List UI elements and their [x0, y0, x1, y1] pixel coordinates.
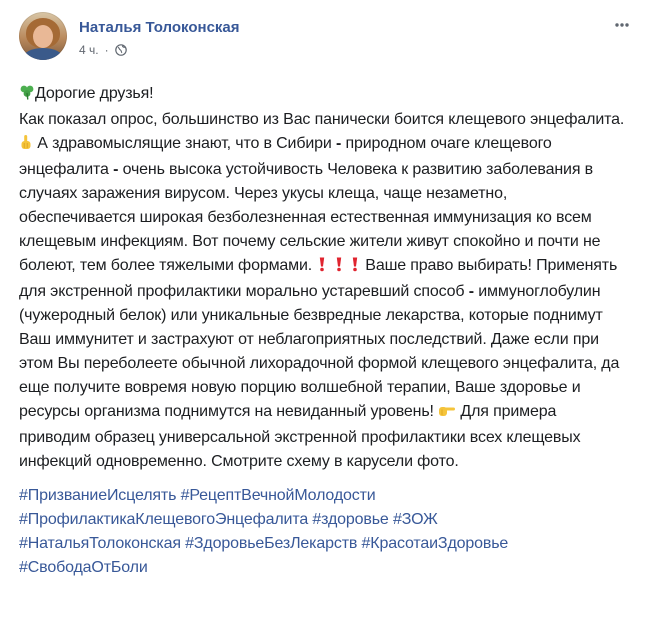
hashtag-link[interactable]: #ПризваниеИсцелять	[19, 487, 176, 504]
author-name[interactable]: Наталья Толоконская	[79, 18, 240, 38]
post-header: Наталья Толоконская 4 ч. ·	[19, 12, 632, 68]
hashtag-link[interactable]: #СвободаОтБоли	[19, 559, 148, 576]
body-text: Как показал опрос, большинство из Вас па…	[19, 111, 625, 128]
hashtag-line: #ПрофилактикаКлещевогоЭнцефалита #здоров…	[19, 508, 625, 532]
meta-separator: ·	[104, 43, 109, 57]
dash: -	[468, 283, 474, 300]
hashtag-line: #НатальяТолоконская #ЗдоровьеБезЛекарств…	[19, 532, 625, 556]
post-text: Дорогие друзья! Как показал опрос, больш…	[19, 82, 625, 474]
hashtag-link[interactable]: #ЗОЖ	[393, 511, 438, 528]
dash: -	[113, 161, 119, 178]
post-meta: 4 ч. ·	[79, 42, 240, 58]
hashtag-link[interactable]: #ПрофилактикаКлещевогоЭнцефалита	[19, 511, 308, 528]
body-text: А здравомыслящие знают, что в Сибири	[37, 135, 332, 152]
body-text: иммуноглобулин (чужеродный белок) или ун…	[19, 283, 620, 420]
pointing-up-icon	[19, 134, 33, 158]
hashtag-line: #ПризваниеИсцелять #РецептВечнойМолодост…	[19, 484, 625, 508]
hashtag-link[interactable]: #РецептВечнойМолодости	[181, 487, 376, 504]
more-options-icon[interactable]	[612, 15, 632, 35]
facebook-post: Наталья Толоконская 4 ч. · Дорогие друзь…	[0, 0, 650, 623]
header-text: Наталья Толоконская 4 ч. ·	[79, 12, 240, 58]
hashtag-link[interactable]: #КрасотаиЗдоровье	[362, 535, 509, 552]
avatar-face	[33, 25, 53, 48]
hashtag-link[interactable]: #ЗдоровьеБезЛекарств	[185, 535, 357, 552]
pointing-right-icon	[438, 402, 456, 426]
author-avatar[interactable]	[19, 12, 67, 60]
hashtag-link[interactable]: #НатальяТолоконская	[19, 535, 181, 552]
red-exclamation-icon	[316, 256, 328, 280]
post-paragraph: Дорогие друзья! Как показал опрос, больш…	[19, 82, 625, 474]
greeting-text: Дорогие друзья!	[35, 85, 154, 102]
red-exclamation-icon	[349, 256, 361, 280]
hashtag-link[interactable]: #здоровье	[312, 511, 388, 528]
clover-icon	[19, 84, 35, 108]
post-timestamp[interactable]: 4 ч.	[79, 42, 99, 58]
red-exclamation-icon	[333, 256, 345, 280]
dash: -	[335, 135, 342, 152]
avatar-shirt	[23, 48, 63, 60]
hashtag-line: #СвободаОтБоли	[19, 556, 625, 580]
globe-icon[interactable]	[114, 44, 127, 56]
hashtag-list: #ПризваниеИсцелять #РецептВечнойМолодост…	[19, 484, 625, 580]
